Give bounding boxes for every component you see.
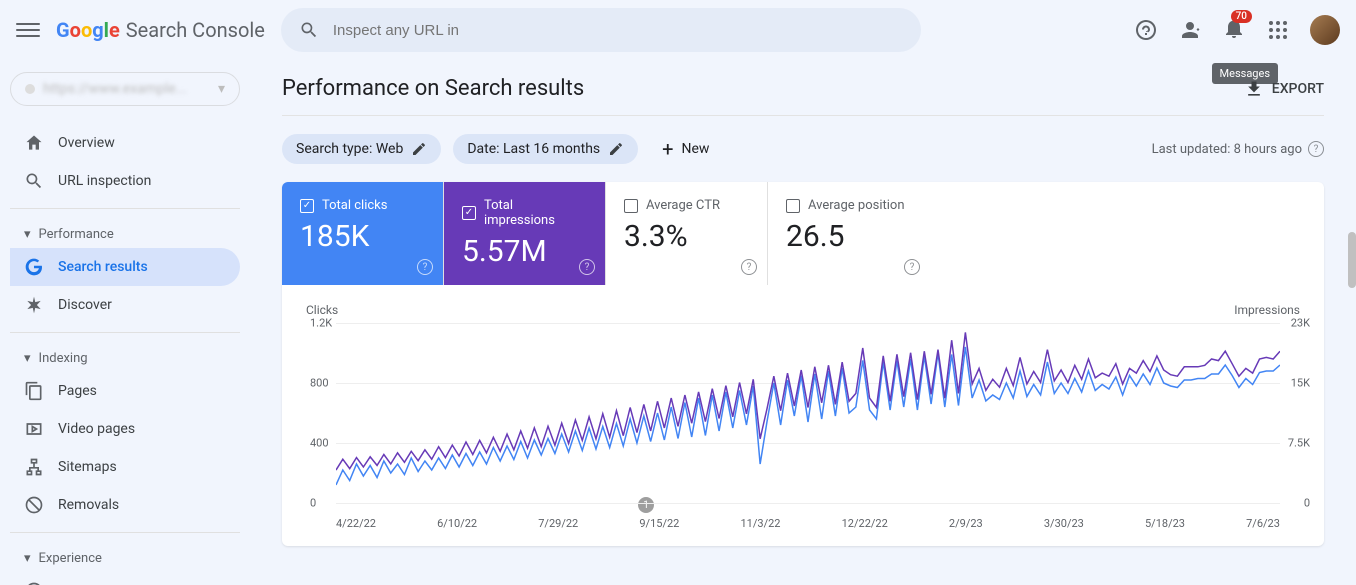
sidebar-item-video-pages[interactable]: Video pages (10, 410, 240, 448)
logo[interactable]: Google Search Console (56, 18, 265, 42)
performance-chart: Clicks Impressions 1 1.2K23K80015K4007.5… (282, 285, 1324, 546)
metric-total-impressions[interactable]: Total impressions 5.57M ? (444, 182, 606, 285)
circle-plus-icon (24, 581, 44, 585)
sidebar-section-indexing[interactable]: ▾Indexing (10, 341, 240, 372)
chevron-down-icon: ▾ (24, 551, 31, 566)
info-icon[interactable]: ? (579, 259, 595, 275)
filter-search-type[interactable]: Search type: Web (282, 134, 441, 164)
sidebar-item-discover[interactable]: Discover (10, 286, 240, 324)
search-icon (24, 171, 44, 191)
y-axis-left-label: Clicks (306, 303, 338, 317)
apps-icon[interactable] (1266, 18, 1290, 42)
metric-total-clicks[interactable]: Total clicks 185K ? (282, 182, 444, 285)
chevron-down-icon: ▾ (24, 351, 31, 366)
metric-average-position[interactable]: Average position 26.5 ? (768, 182, 930, 285)
notifications-button[interactable]: 70 (1222, 16, 1246, 44)
block-icon (24, 495, 44, 515)
edit-icon (608, 141, 624, 157)
export-button[interactable]: EXPORT (1244, 79, 1324, 99)
google-g-icon (24, 257, 44, 277)
plus-icon: + (662, 139, 673, 159)
help-icon[interactable] (1134, 18, 1158, 42)
sidebar: https://www.example... ▾ Overview URL in… (0, 60, 250, 585)
chevron-down-icon: ▾ (24, 227, 31, 242)
sidebar-item-search-results[interactable]: Search results (10, 248, 240, 286)
edit-icon (411, 141, 427, 157)
sidebar-item-sitemaps[interactable]: Sitemaps (10, 448, 240, 486)
info-icon[interactable]: ? (741, 259, 757, 275)
sidebar-item-page-experience[interactable]: Page Experience (10, 572, 240, 585)
checkbox-icon (462, 206, 476, 220)
add-filter-button[interactable]: +New (650, 132, 721, 166)
logo-text: Search Console (126, 18, 265, 42)
users-icon[interactable] (1178, 18, 1202, 42)
chevron-down-icon: ▾ (218, 81, 225, 97)
avatar[interactable] (1310, 15, 1340, 45)
info-icon[interactable]: ? (1308, 141, 1324, 157)
metric-average-ctr[interactable]: Average CTR 3.3% ? (606, 182, 768, 285)
menu-icon[interactable] (16, 18, 40, 42)
sidebar-item-overview[interactable]: Overview (10, 124, 240, 162)
scrollbar[interactable] (1348, 232, 1356, 288)
pages-icon (24, 381, 44, 401)
url-inspect-bar[interactable] (281, 8, 921, 52)
url-inspect-input[interactable] (333, 22, 903, 39)
home-icon (24, 133, 44, 153)
asterisk-icon (24, 295, 44, 315)
sidebar-section-experience[interactable]: ▾Experience (10, 541, 240, 572)
y-axis-right-label: Impressions (1234, 303, 1300, 317)
download-icon (1244, 79, 1264, 99)
filter-date[interactable]: Date: Last 16 months (453, 134, 638, 164)
search-icon (299, 20, 319, 40)
sidebar-item-removals[interactable]: Removals (10, 486, 240, 524)
property-selector[interactable]: https://www.example... ▾ (10, 72, 240, 106)
sidebar-item-url-inspection[interactable]: URL inspection (10, 162, 240, 200)
last-updated: Last updated: 8 hours ago? (1152, 141, 1324, 157)
notification-badge: 70 (1231, 10, 1252, 23)
checkbox-icon (786, 199, 800, 213)
sidebar-item-pages[interactable]: Pages (10, 372, 240, 410)
info-icon[interactable]: ? (904, 259, 920, 275)
sitemap-icon (24, 457, 44, 477)
checkbox-icon (624, 199, 638, 213)
page-title: Performance on Search results (282, 76, 584, 101)
video-icon (24, 419, 44, 439)
info-icon[interactable]: ? (417, 259, 433, 275)
checkbox-icon (300, 199, 314, 213)
sidebar-section-performance[interactable]: ▾Performance (10, 217, 240, 248)
